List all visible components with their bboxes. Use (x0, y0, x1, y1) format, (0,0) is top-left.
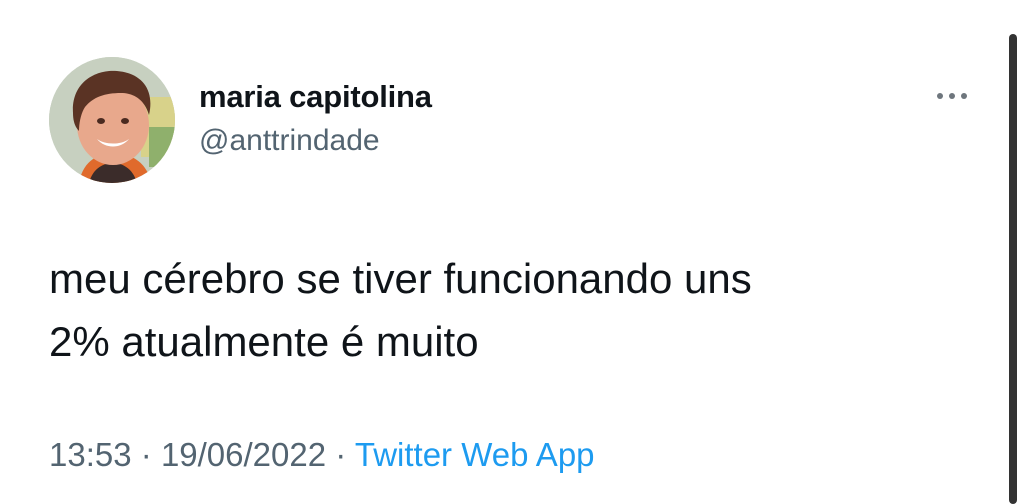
more-horizontal-icon (937, 93, 967, 99)
more-options-button[interactable] (930, 86, 974, 106)
tweet-text-line: meu cérebro se tiver funcionando uns (49, 255, 752, 302)
separator: · (140, 436, 152, 473)
avatar[interactable] (49, 57, 175, 183)
tweet-time[interactable]: 13:53 (49, 436, 132, 473)
tweet-source-link[interactable]: Twitter Web App (355, 436, 595, 473)
profile-photo (49, 57, 175, 183)
tweet-card: maria capitolina @anttrindade meu cérebr… (0, 0, 1024, 504)
tweet-text: meu cérebro se tiver funcionando uns 2% … (49, 247, 969, 373)
author-name[interactable]: maria capitolina (199, 79, 432, 115)
separator: · (335, 436, 347, 473)
tweet-date[interactable]: 19/06/2022 (161, 436, 326, 473)
tweet-metadata: 13:53 · 19/06/2022 · Twitter Web App (49, 436, 595, 474)
author-handle[interactable]: @anttrindade (199, 124, 380, 158)
tweet-text-line: 2% atualmente é muito (49, 318, 479, 365)
scrollbar[interactable] (1009, 34, 1017, 504)
